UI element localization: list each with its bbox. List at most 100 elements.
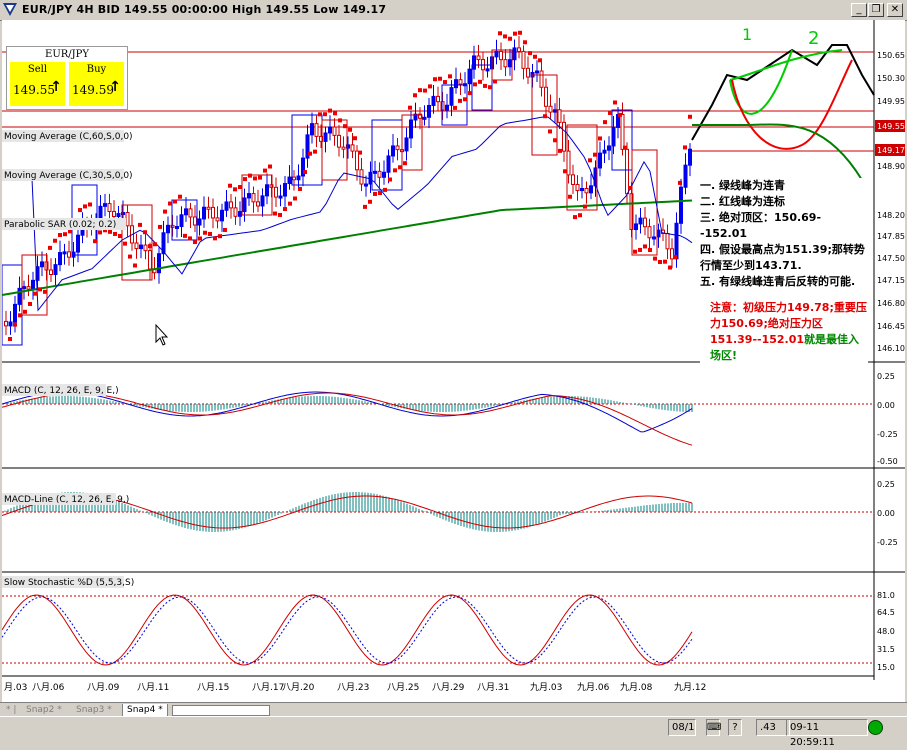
candle-body bbox=[197, 218, 202, 226]
candle-body bbox=[472, 55, 476, 70]
sar-dot bbox=[143, 230, 147, 235]
candle-body bbox=[332, 126, 337, 136]
sar-dot bbox=[358, 150, 362, 155]
status-value: .43 bbox=[756, 719, 790, 736]
sar-dot bbox=[383, 187, 387, 192]
sar-dot bbox=[413, 93, 417, 98]
sar-dot bbox=[148, 244, 152, 249]
sar-dot bbox=[378, 191, 382, 196]
sar-dot bbox=[278, 212, 282, 217]
sar-dot bbox=[128, 254, 132, 259]
macd-tick: -0.50 bbox=[877, 457, 898, 466]
sar-dot bbox=[398, 165, 402, 170]
candle-body bbox=[665, 232, 670, 250]
restore-button[interactable]: ❐ bbox=[868, 3, 884, 17]
candle-body bbox=[449, 87, 454, 106]
keyboard-icon[interactable]: ⌨ bbox=[706, 719, 721, 736]
candle-body bbox=[103, 203, 107, 207]
sar-dot bbox=[418, 88, 422, 93]
tab-snap2[interactable]: Snap2 * bbox=[22, 704, 66, 716]
candle-body bbox=[220, 209, 224, 222]
sar-dot bbox=[648, 248, 652, 253]
candle-body bbox=[503, 59, 508, 68]
candle-body bbox=[53, 264, 58, 275]
price-tick: 147.85 bbox=[877, 232, 905, 241]
close-button[interactable]: ✕ bbox=[887, 3, 903, 17]
candle-body bbox=[337, 134, 341, 148]
quote-panel[interactable]: EUR/JPY Sell 149.55 ↑ Buy 149.59 ↑ bbox=[6, 46, 128, 110]
candle-body bbox=[31, 279, 35, 290]
sar-dot bbox=[548, 129, 552, 134]
candle-body bbox=[571, 174, 575, 185]
date-tick: 八月.20 bbox=[282, 682, 315, 693]
sar-dot bbox=[53, 238, 57, 243]
sar-dot bbox=[58, 233, 62, 238]
sar-dot bbox=[198, 236, 202, 241]
candle-body bbox=[107, 203, 112, 212]
candle-body bbox=[643, 217, 647, 228]
minimize-button[interactable]: _ bbox=[851, 3, 867, 17]
sar-dot bbox=[323, 112, 327, 117]
handwritten-2: 2 bbox=[808, 28, 819, 49]
buy-button[interactable]: Buy 149.59 ↑ bbox=[69, 62, 124, 106]
macd-group[interactable] bbox=[2, 391, 693, 532]
stoch-tick: 64.5 bbox=[877, 608, 895, 617]
sar-dot bbox=[448, 74, 452, 79]
candle-body bbox=[224, 201, 229, 211]
candle-body bbox=[112, 210, 116, 218]
sar-dot bbox=[343, 124, 347, 129]
sar-dot bbox=[38, 287, 42, 292]
sar-dot bbox=[503, 34, 507, 39]
tab-snap3[interactable]: Snap3 * bbox=[72, 704, 116, 716]
candle-body bbox=[175, 225, 179, 229]
sar-dot bbox=[43, 289, 47, 294]
attention-note: 注意：初级压力149.78;重要压力150.69;绝对压力区151.39--15… bbox=[710, 300, 868, 364]
candle-body bbox=[584, 188, 589, 194]
candle-body bbox=[575, 183, 580, 192]
date-tick: 月.03 bbox=[4, 682, 27, 693]
tab-scrollbar[interactable] bbox=[172, 705, 270, 716]
date-tick: 九月.08 bbox=[620, 682, 653, 693]
date-tick: 八月.31 bbox=[477, 682, 509, 693]
sar-dot bbox=[518, 30, 522, 35]
candle-body bbox=[67, 251, 71, 258]
sar-dot bbox=[173, 199, 177, 204]
sell-label: Sell bbox=[27, 64, 48, 75]
candle-body bbox=[427, 104, 431, 118]
date-tick: 八月.11 bbox=[137, 682, 169, 693]
sar-dot bbox=[228, 183, 232, 188]
candle-body bbox=[508, 59, 512, 68]
price-tick: 146.10 bbox=[877, 344, 905, 353]
candle-body bbox=[391, 145, 395, 157]
macd-label: MACD (C, 12, 26, E, 9, E,) bbox=[4, 386, 119, 396]
projection-group[interactable] bbox=[691, 44, 875, 181]
sar-dot bbox=[48, 245, 52, 250]
help-icon[interactable]: ? bbox=[728, 719, 742, 736]
sar-dot bbox=[33, 291, 37, 296]
sar-dot bbox=[688, 114, 692, 119]
sar-dot bbox=[668, 265, 672, 270]
candle-body bbox=[517, 47, 521, 52]
date-tick: 九月.03 bbox=[530, 682, 562, 693]
sar-dot bbox=[618, 112, 622, 117]
status-datetime: 09-11 20:59:11 bbox=[786, 719, 868, 748]
sar-dot bbox=[223, 227, 227, 232]
sar-dot bbox=[473, 82, 477, 87]
sar-dot bbox=[158, 224, 162, 229]
candle-body bbox=[512, 47, 517, 61]
tab-snap1[interactable]: * | bbox=[2, 704, 20, 716]
sar-dot bbox=[563, 169, 567, 174]
sar-dot bbox=[8, 336, 12, 341]
stoch-group[interactable] bbox=[2, 594, 693, 666]
candle-body bbox=[377, 170, 382, 178]
candle-body bbox=[652, 236, 656, 240]
sar-dot bbox=[678, 180, 682, 185]
candle-body bbox=[341, 146, 346, 150]
candle-body bbox=[458, 79, 463, 85]
candle-body bbox=[310, 123, 314, 136]
candle-body bbox=[445, 104, 449, 111]
sell-button[interactable]: Sell 149.55 ↑ bbox=[10, 62, 65, 106]
sar-dot bbox=[653, 256, 657, 261]
candle-body bbox=[598, 152, 602, 169]
price-tick: 150.65 bbox=[877, 51, 905, 60]
